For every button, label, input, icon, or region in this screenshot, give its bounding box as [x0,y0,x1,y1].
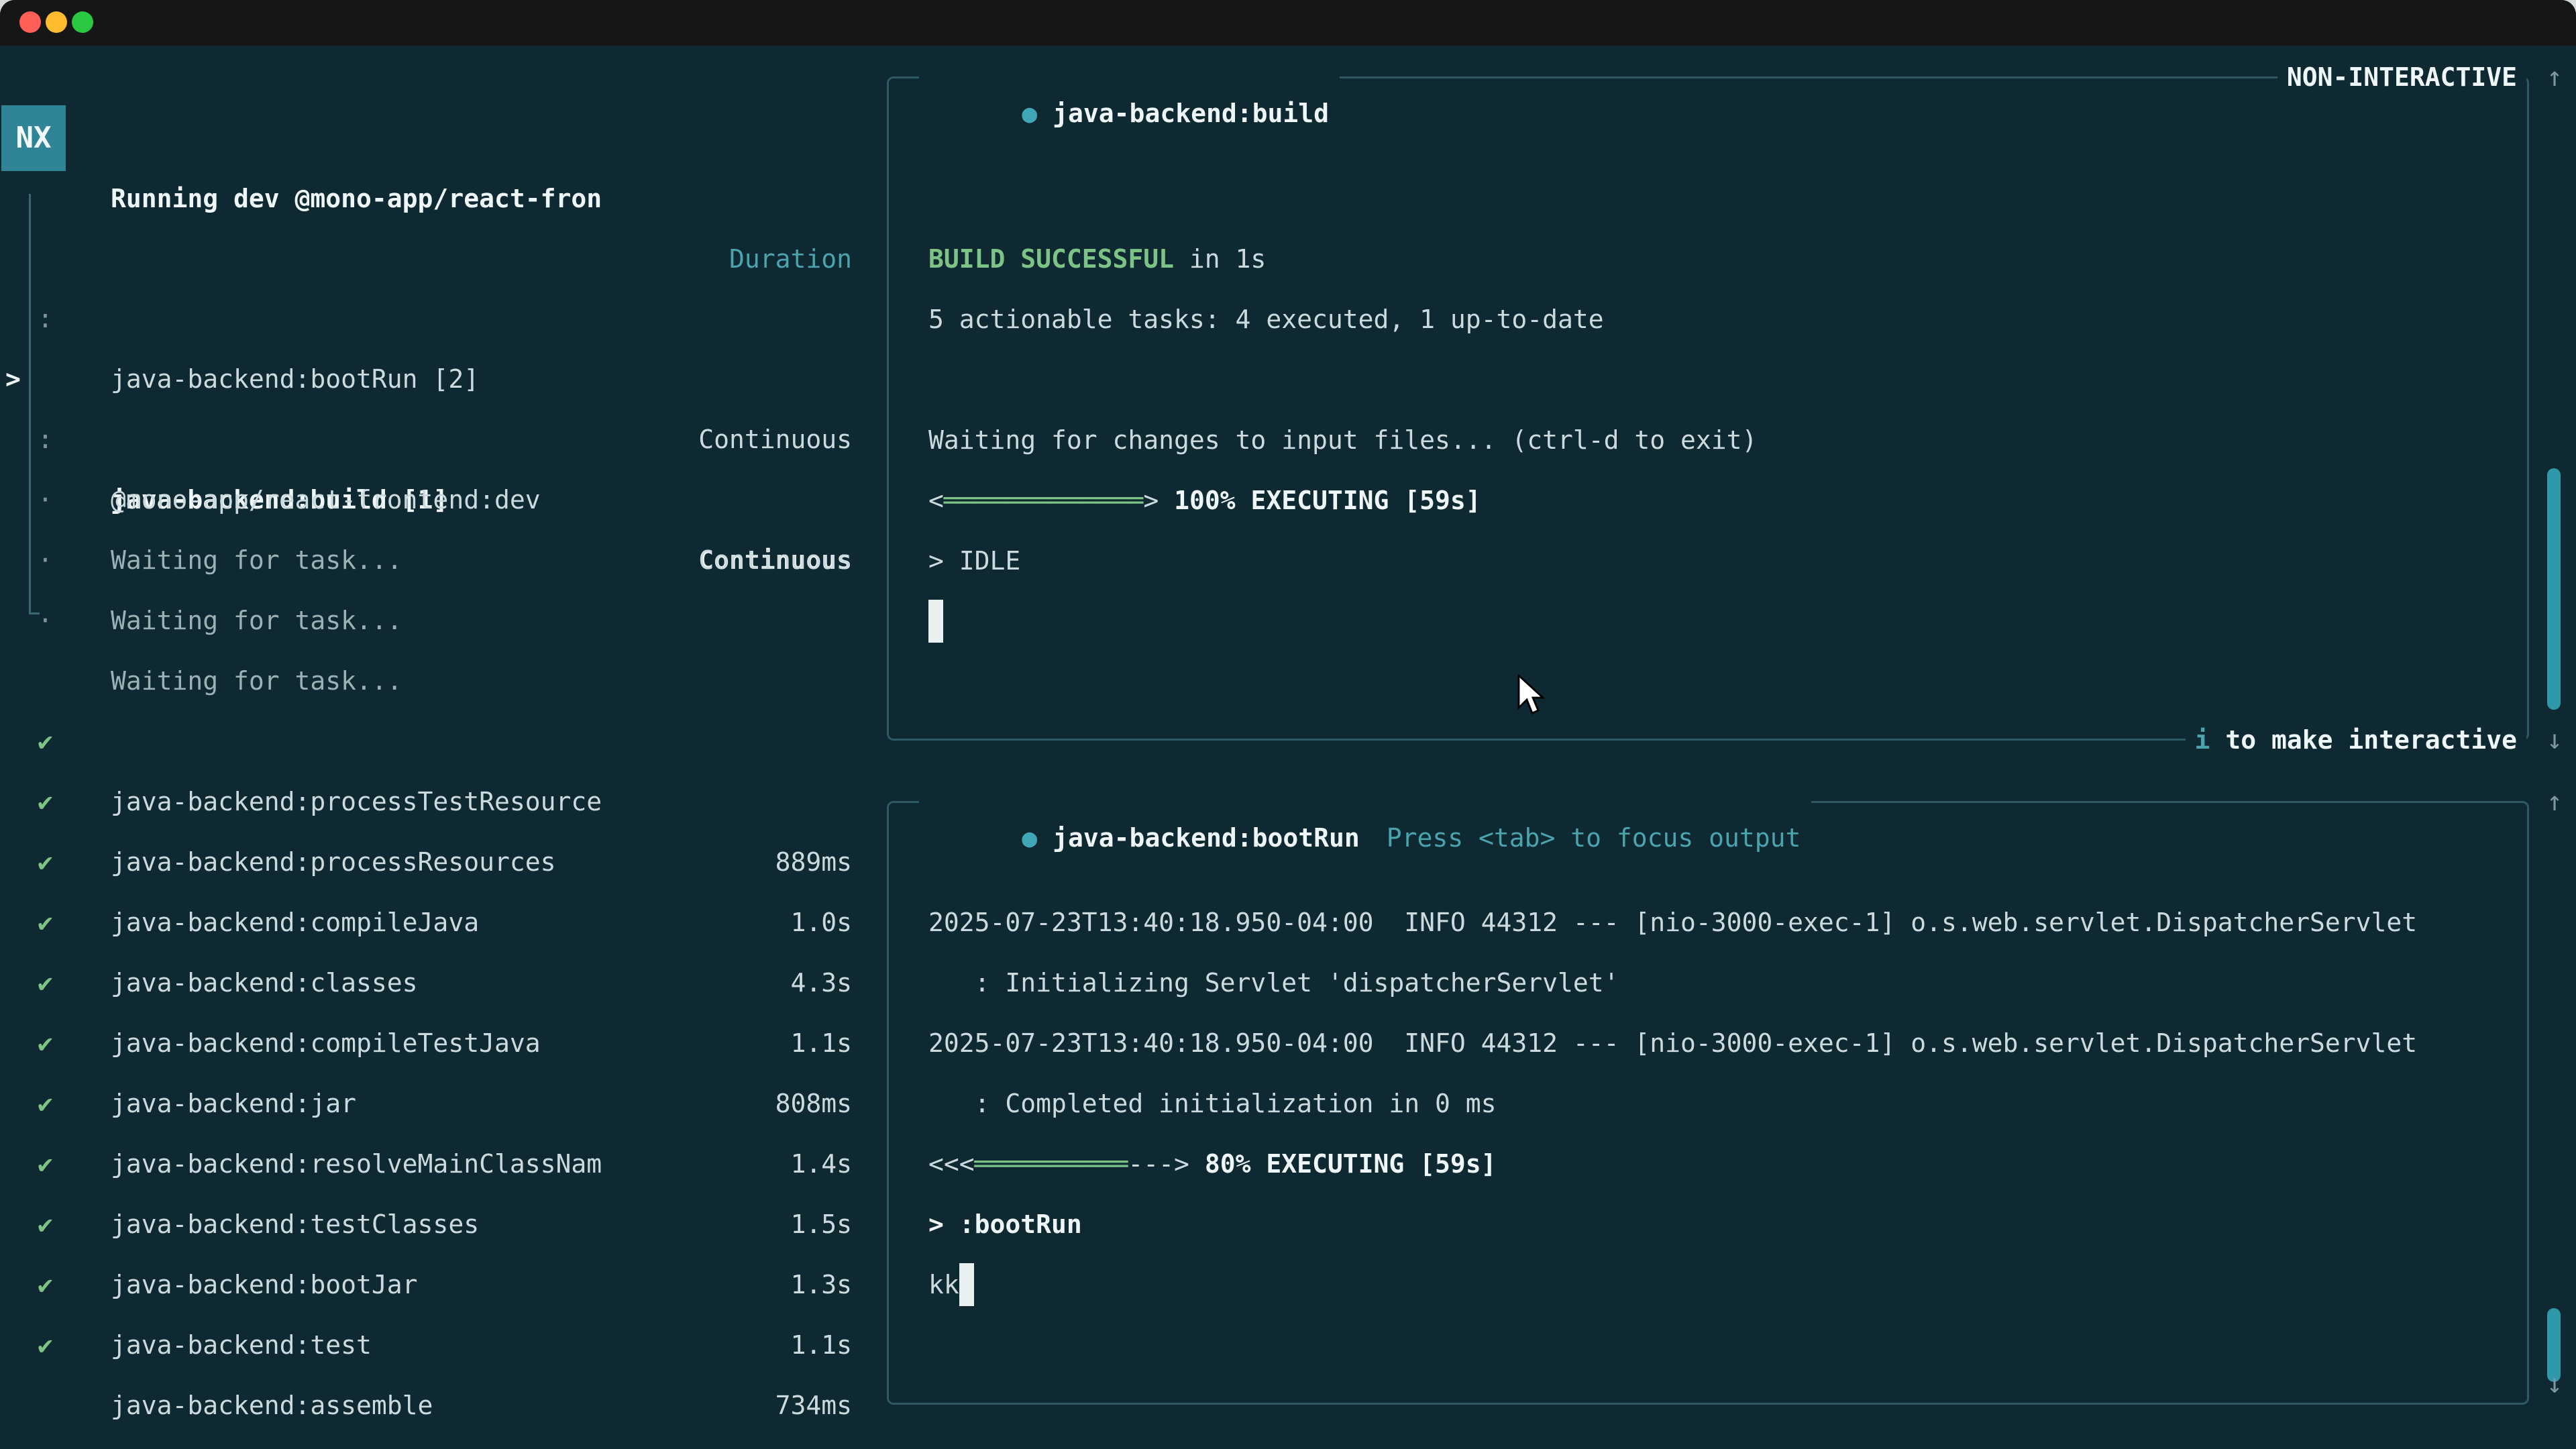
task-row-assemble[interactable]: ✔ java-backend:assemble 774ms [0,1254,887,1315]
progress-status: 80% EXECUTING [59s] [1189,1149,1497,1179]
task-row-build-selected[interactable]: > : java-backend:build [1] Continuous [0,288,887,349]
task-row-frontend-dev[interactable]: : @mono-app/react-frontend:dev Continuou… [0,349,887,409]
mouse-cursor [1517,674,1548,717]
completed-task-list: ✔ java-backend:processTestResource 889ms… [0,651,887,1315]
task-row-jar[interactable]: ✔ java-backend:jar 1.4s [0,953,887,1013]
log-line: : Completed initialization in 0 ms [928,1073,2525,1134]
bootrun-prompt-line: > :bootRun [928,1194,2525,1254]
terminal-input-line[interactable]: kk [928,1254,2525,1315]
bootrun-pane-output: 2025-07-23T13:40:18.950-04:00 INFO 44312… [928,832,2525,1315]
typed-input-text: kk [928,1270,959,1299]
bootrun-output-pane[interactable]: ●java-backend:bootRunPress <tab> to focu… [887,0,2576,1449]
pending-dot-icon: · [38,590,53,651]
task-row-waiting-3[interactable]: · Waiting for task... [0,530,887,590]
task-row-test[interactable]: ✔ java-backend:test 734ms [0,1194,887,1254]
task-row-classes[interactable]: ✔ java-backend:classes 1.1s [0,832,887,892]
scroll-up-icon[interactable]: ↑ [2540,784,2569,820]
gradle-progress-line: <<<══════════---> 80% EXECUTING [59s] [928,1134,2525,1194]
task-list-header: Running dev @mono-app/react-fron Duratio… [0,108,887,168]
log-line: 2025-07-23T13:40:18.950-04:00 INFO 44312… [928,892,2525,953]
terminal-cursor [959,1263,974,1306]
progress-bar-fill: ══════════ [975,1149,1128,1179]
log-line: : Initializing Servlet 'dispatcherServle… [928,953,2525,1013]
task-row-compileTestJava[interactable]: ✔ java-backend:compileTestJava 808ms [0,892,887,953]
task-row-processTestResource[interactable]: ✔ java-backend:processTestResource 889ms [0,651,887,711]
log-line: 2025-07-23T13:40:18.950-04:00 INFO 44312… [928,1013,2525,1073]
task-list-footer: ← 1/2 → quit: q help: ? [0,1375,887,1435]
active-task-list: : java-backend:bootRun [2] Continuous > … [0,228,887,590]
bootrun-pane-title: ●java-backend:bootRunPress <tab> to focu… [919,784,1811,820]
task-list-panel: NX Running dev @mono-app/react-fron Dura… [0,0,887,1449]
scroll-down-icon[interactable]: ↓ [2540,1366,2569,1402]
terminal-window: NX Running dev @mono-app/react-fron Dura… [0,0,2576,1449]
task-row-waiting-1[interactable]: · Waiting for task... [0,409,887,470]
task-row-processResources[interactable]: ✔ java-backend:processResources 1.0s [0,711,887,771]
task-row-bootrun[interactable]: : java-backend:bootRun [2] Continuous [0,228,887,288]
task-row-bootJar[interactable]: ✔ java-backend:bootJar 1.1s [0,1134,887,1194]
terminal-row [928,832,2525,892]
task-row-testClasses[interactable]: ✔ java-backend:testClasses 1.3s [0,1073,887,1134]
run-command-title: Running dev @mono-app/react-fron [111,168,602,229]
pagination: ← 1/2 → [41,1435,148,1449]
check-icon: ✔ [38,1315,53,1375]
task-row-resolveMainClassName[interactable]: ✔ java-backend:resolveMainClassNam 1.5s [0,1013,887,1073]
task-row-waiting-2[interactable]: · Waiting for task... [0,470,887,530]
task-row-compileJava[interactable]: ✔ java-backend:compileJava 4.3s [0,771,887,832]
